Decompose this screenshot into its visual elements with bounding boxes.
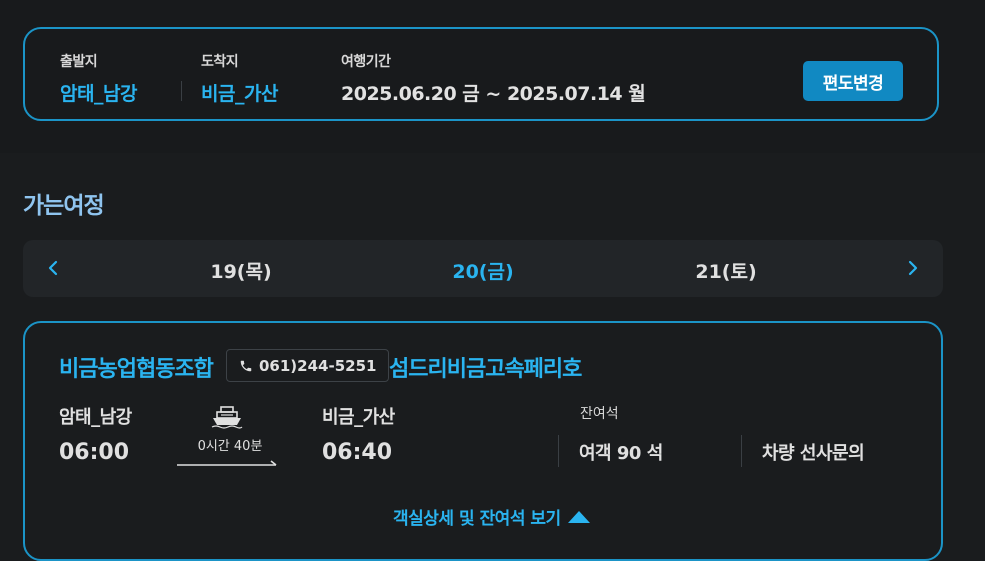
vehicle-seats: 차량 선사문의 (762, 443, 865, 464)
section-title: 가는여정 (23, 193, 105, 219)
date-tab-19[interactable]: 19(목) (210, 257, 271, 284)
phone-number: 061)244-5251 (259, 356, 377, 375)
seat-divider (558, 435, 559, 467)
triangle-up-icon (567, 510, 590, 523)
arrival-value: 비금_가산 (201, 83, 278, 105)
to-time: 06:40 (322, 440, 393, 465)
company-name: 비금농업협동조합 (59, 357, 214, 382)
period-label: 여행기간 (341, 54, 391, 70)
voyage-card: 비금농업협동조합 061)244-5251 섬드리비금고속페리호 암태_남강 0… (23, 321, 943, 561)
from-port: 암태_남강 (59, 407, 132, 428)
departure-label: 출발지 (60, 54, 98, 70)
date-navigation: 19(목) 20(금) 21(토) (23, 240, 943, 297)
arrival-group: 도착지 비금_가산 (201, 51, 278, 106)
chevron-right-icon[interactable] (903, 258, 923, 278)
ship-name: 섬드리비금고속페리호 (389, 357, 582, 382)
search-summary-box: 출발지 암태_남강 도착지 비금_가산 여행기간 2025.06.20 금 ~ … (23, 27, 939, 121)
arrival-label: 도착지 (201, 54, 239, 70)
seat-divider (741, 435, 742, 467)
period-group: 여행기간 2025.06.20 금 ~ 2025.07.14 월 (341, 51, 646, 106)
room-detail-toggle[interactable]: 객실상세 및 잔여석 보기 (393, 504, 591, 529)
from-time: 06:00 (59, 440, 130, 465)
change-trip-button[interactable]: 편도변경 (803, 61, 903, 101)
to-port: 비금_가산 (322, 407, 395, 428)
summary-divider (181, 81, 182, 101)
travel-duration: 0시간 40분 (197, 439, 263, 454)
room-detail-label: 객실상세 및 잔여석 보기 (393, 509, 561, 529)
remaining-seats-label: 잔여석 (580, 406, 619, 422)
date-tab-20[interactable]: 20(금) (452, 257, 513, 284)
arrow-right-icon (177, 460, 277, 466)
ship-icon (211, 406, 243, 429)
period-value: 2025.06.20 금 ~ 2025.07.14 월 (341, 83, 646, 105)
phone-button[interactable]: 061)244-5251 (226, 349, 390, 382)
passenger-seats: 여객 90 석 (579, 443, 663, 464)
chevron-left-icon[interactable] (43, 258, 63, 278)
phone-icon (240, 360, 252, 371)
departure-value: 암태_남강 (60, 83, 137, 105)
date-tab-21[interactable]: 21(토) (695, 257, 756, 284)
departure-group: 출발지 암태_남강 (60, 51, 137, 106)
